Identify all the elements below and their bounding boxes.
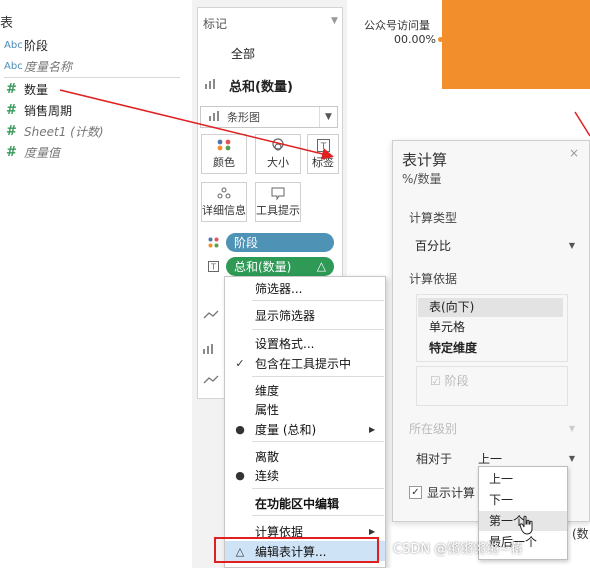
watermark: CSDN @锵锵锵锵~蒋 bbox=[393, 542, 524, 557]
annotation-arrows bbox=[59, 89, 590, 160]
annotation-arrow bbox=[574, 111, 590, 137]
annotation-arrow bbox=[59, 89, 334, 160]
